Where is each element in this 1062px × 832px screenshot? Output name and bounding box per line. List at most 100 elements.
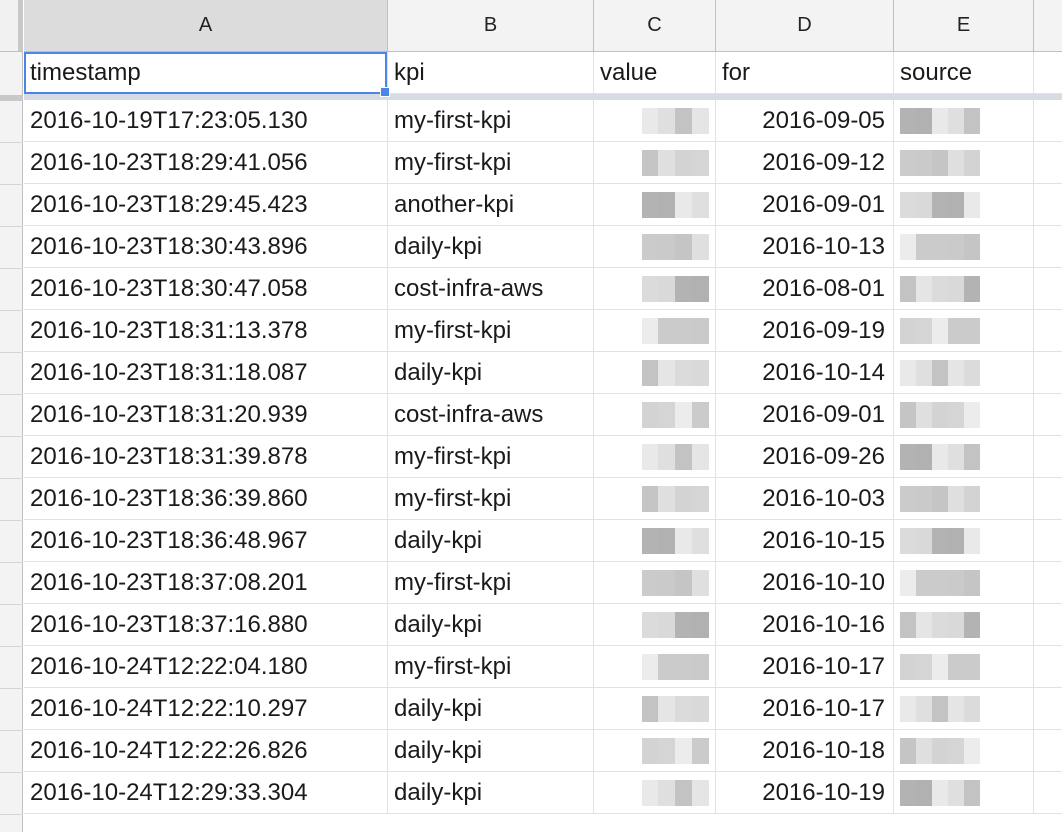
for-cell[interactable]: 2016-10-10	[716, 562, 894, 604]
empty-cell[interactable]	[1034, 688, 1062, 730]
empty-cell[interactable]	[1034, 520, 1062, 562]
value-cell[interactable]	[594, 646, 716, 688]
value-cell[interactable]	[594, 184, 716, 226]
column-header-a[interactable]: A	[24, 0, 388, 52]
value-cell[interactable]	[594, 520, 716, 562]
timestamp-cell[interactable]: 2016-10-24T12:22:26.826	[24, 730, 388, 772]
source-cell[interactable]	[894, 478, 1034, 520]
empty-cell[interactable]	[1034, 562, 1062, 604]
source-cell[interactable]	[894, 394, 1034, 436]
value-cell[interactable]	[594, 688, 716, 730]
empty-cell[interactable]	[1034, 772, 1062, 814]
value-cell[interactable]	[594, 562, 716, 604]
value-cell[interactable]	[594, 268, 716, 310]
kpi-cell[interactable]: my-first-kpi	[388, 478, 594, 520]
cell-e1[interactable]: source	[894, 52, 1034, 94]
value-cell[interactable]	[594, 436, 716, 478]
for-cell[interactable]: 2016-09-19	[716, 310, 894, 352]
empty-cell[interactable]	[1034, 100, 1062, 142]
timestamp-cell[interactable]: 2016-10-24T12:22:10.297	[24, 688, 388, 730]
empty-cell[interactable]	[1034, 730, 1062, 772]
empty-cell[interactable]	[1034, 226, 1062, 268]
kpi-cell[interactable]: daily-kpi	[388, 520, 594, 562]
for-cell[interactable]: 2016-09-01	[716, 184, 894, 226]
kpi-cell[interactable]: daily-kpi	[388, 688, 594, 730]
timestamp-cell[interactable]: 2016-10-23T18:29:45.423	[24, 184, 388, 226]
source-cell[interactable]	[894, 226, 1034, 268]
for-cell[interactable]: 2016-10-16	[716, 604, 894, 646]
source-cell[interactable]	[894, 310, 1034, 352]
empty-cell[interactable]	[1034, 478, 1062, 520]
column-header-c[interactable]: C	[594, 0, 716, 52]
value-cell[interactable]	[594, 100, 716, 142]
empty-cell[interactable]	[1034, 394, 1062, 436]
for-cell[interactable]: 2016-10-15	[716, 520, 894, 562]
for-cell[interactable]: 2016-09-26	[716, 436, 894, 478]
timestamp-cell[interactable]: 2016-10-23T18:36:39.860	[24, 478, 388, 520]
kpi-cell[interactable]: my-first-kpi	[388, 562, 594, 604]
column-header-e[interactable]: E	[894, 0, 1034, 52]
timestamp-cell[interactable]: 2016-10-23T18:30:47.058	[24, 268, 388, 310]
empty-cell[interactable]	[1034, 184, 1062, 226]
kpi-cell[interactable]: daily-kpi	[388, 772, 594, 814]
timestamp-cell[interactable]: 2016-10-23T18:36:48.967	[24, 520, 388, 562]
empty-cell[interactable]	[1034, 436, 1062, 478]
column-header-b[interactable]: B	[388, 0, 594, 52]
empty-cell[interactable]	[1034, 310, 1062, 352]
for-cell[interactable]: 2016-09-05	[716, 100, 894, 142]
value-cell[interactable]	[594, 730, 716, 772]
empty-cell[interactable]	[1034, 352, 1062, 394]
cell-f1[interactable]	[1034, 52, 1062, 94]
timestamp-cell[interactable]: 2016-10-23T18:31:18.087	[24, 352, 388, 394]
cell-a1[interactable]: timestamp	[24, 52, 388, 94]
source-cell[interactable]	[894, 184, 1034, 226]
kpi-cell[interactable]: my-first-kpi	[388, 100, 594, 142]
timestamp-cell[interactable]: 2016-10-23T18:37:16.880	[24, 604, 388, 646]
timestamp-cell[interactable]: 2016-10-24T12:22:04.180	[24, 646, 388, 688]
for-cell[interactable]: 2016-10-17	[716, 688, 894, 730]
kpi-cell[interactable]: cost-infra-aws	[388, 394, 594, 436]
kpi-cell[interactable]: cost-infra-aws	[388, 268, 594, 310]
timestamp-cell[interactable]: 2016-10-23T18:31:13.378	[24, 310, 388, 352]
kpi-cell[interactable]: daily-kpi	[388, 604, 594, 646]
source-cell[interactable]	[894, 604, 1034, 646]
source-cell[interactable]	[894, 646, 1034, 688]
for-cell[interactable]: 2016-10-13	[716, 226, 894, 268]
source-cell[interactable]	[894, 562, 1034, 604]
for-cell[interactable]: 2016-09-12	[716, 142, 894, 184]
for-cell[interactable]: 2016-08-01	[716, 268, 894, 310]
kpi-cell[interactable]: my-first-kpi	[388, 436, 594, 478]
timestamp-cell[interactable]: 2016-10-23T18:30:43.896	[24, 226, 388, 268]
kpi-cell[interactable]: another-kpi	[388, 184, 594, 226]
value-cell[interactable]	[594, 142, 716, 184]
select-all-corner[interactable]	[0, 0, 23, 52]
value-cell[interactable]	[594, 604, 716, 646]
cell-d1[interactable]: for	[716, 52, 894, 94]
source-cell[interactable]	[894, 436, 1034, 478]
kpi-cell[interactable]: daily-kpi	[388, 352, 594, 394]
column-header-d[interactable]: D	[716, 0, 894, 52]
column-header-f[interactable]	[1034, 0, 1062, 52]
value-cell[interactable]	[594, 772, 716, 814]
empty-cell[interactable]	[1034, 646, 1062, 688]
source-cell[interactable]	[894, 352, 1034, 394]
value-cell[interactable]	[594, 226, 716, 268]
value-cell[interactable]	[594, 394, 716, 436]
timestamp-cell[interactable]: 2016-10-23T18:31:39.878	[24, 436, 388, 478]
timestamp-cell[interactable]: 2016-10-24T12:29:33.304	[24, 772, 388, 814]
source-cell[interactable]	[894, 688, 1034, 730]
source-cell[interactable]	[894, 772, 1034, 814]
kpi-cell[interactable]: my-first-kpi	[388, 646, 594, 688]
empty-cell[interactable]	[1034, 268, 1062, 310]
kpi-cell[interactable]: daily-kpi	[388, 226, 594, 268]
kpi-cell[interactable]: daily-kpi	[388, 730, 594, 772]
timestamp-cell[interactable]: 2016-10-23T18:31:20.939	[24, 394, 388, 436]
for-cell[interactable]: 2016-10-19	[716, 772, 894, 814]
kpi-cell[interactable]: my-first-kpi	[388, 310, 594, 352]
cell-c1[interactable]: value	[594, 52, 716, 94]
timestamp-cell[interactable]: 2016-10-19T17:23:05.130	[24, 100, 388, 142]
for-cell[interactable]: 2016-09-01	[716, 394, 894, 436]
source-cell[interactable]	[894, 100, 1034, 142]
value-cell[interactable]	[594, 478, 716, 520]
for-cell[interactable]: 2016-10-17	[716, 646, 894, 688]
